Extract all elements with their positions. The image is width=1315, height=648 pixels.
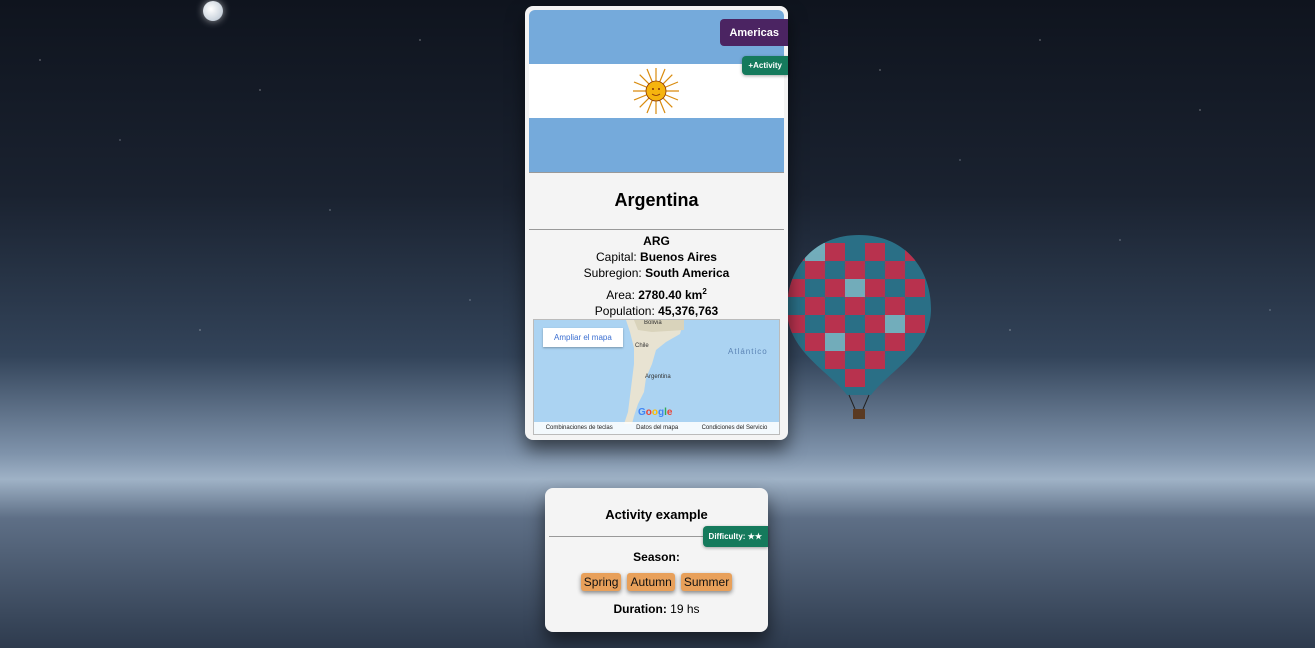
season-chip-summer: Summer — [680, 573, 733, 591]
activity-card: Activity example Difficulty: ★★ Season: … — [545, 488, 768, 632]
season-list: Spring Autumn Summer — [545, 573, 768, 591]
population-value: 45,376,763 — [658, 304, 719, 318]
capital-row: Capital: Buenos Aires — [525, 249, 788, 265]
population-label: Population: — [594, 304, 655, 318]
subregion-label: Subregion: — [583, 266, 642, 280]
capital-label: Capital: — [596, 250, 637, 264]
capital-value: Buenos Aires — [640, 250, 717, 264]
map-data-link[interactable]: Datos del mapa — [636, 425, 678, 431]
population-row: Population: 45,376,763 — [525, 303, 788, 319]
embedded-map[interactable]: Ampliar el mapa Bolivia Chile Argentina … — [533, 319, 780, 435]
map-footer: Combinaciones de teclas Datos del mapa C… — [534, 422, 779, 434]
keyboard-shortcuts-link[interactable]: Combinaciones de teclas — [546, 425, 613, 431]
terms-of-service-link[interactable]: Condiciones del Servicio — [702, 425, 768, 431]
difficulty-badge: Difficulty: ★★ — [702, 526, 768, 547]
season-label: Season: — [633, 550, 680, 564]
map-label-argentina: Argentina — [645, 374, 671, 380]
map-label-chile: Chile — [635, 343, 649, 349]
season-chip-spring: Spring — [580, 573, 622, 591]
country-info: ARG Capital: Buenos Aires Subregion: Sou… — [525, 233, 788, 319]
subregion-row: Subregion: South America — [525, 265, 788, 281]
country-code: ARG — [643, 234, 670, 248]
area-value: 2780.40 km2 — [638, 287, 707, 302]
activity-title: Activity example — [605, 507, 708, 522]
moon-image — [203, 1, 223, 21]
season-chip-autumn: Autumn — [627, 573, 675, 591]
map-label-bolivia: Bolivia — [644, 320, 662, 326]
divider — [529, 229, 784, 230]
area-row: Area: 2780.40 km2 — [525, 284, 788, 303]
expand-map-button[interactable]: Ampliar el mapa — [543, 328, 623, 347]
add-activity-button[interactable]: +Activity — [742, 56, 788, 75]
flag-stripe-bottom — [529, 118, 784, 172]
google-logo: Google — [638, 407, 673, 418]
region-badge: Americas — [720, 19, 788, 46]
area-label: Area: — [606, 288, 635, 302]
country-card: Americas +Activity Argentina ARG Capital… — [525, 6, 788, 440]
sun-of-may-icon — [633, 68, 679, 114]
subregion-value: South America — [645, 266, 730, 280]
duration-label: Duration: — [613, 602, 667, 616]
duration-value: 19 hs — [670, 602, 700, 616]
duration-row: Duration: 19 hs — [545, 602, 768, 616]
hot-air-balloon-image — [787, 235, 931, 419]
country-name: Argentina — [614, 190, 699, 210]
divider — [529, 172, 784, 173]
map-label-ocean: Atlántico — [728, 347, 768, 356]
